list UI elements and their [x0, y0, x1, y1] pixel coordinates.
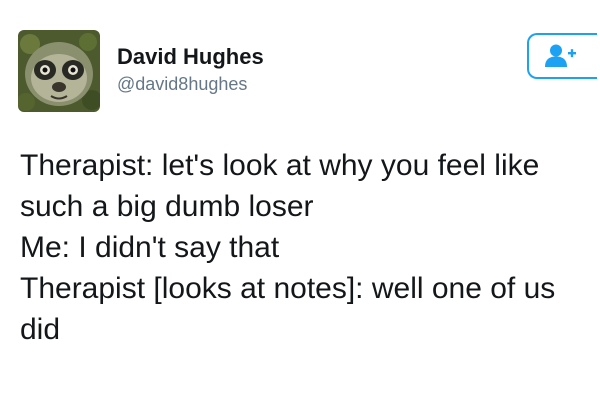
tweet-text-line: Me: I didn't say that [20, 231, 280, 264]
tweet-text-line: such a big dumb loser [20, 190, 314, 223]
author-handle[interactable]: @david8hughes [117, 74, 247, 95]
follow-button[interactable] [527, 33, 597, 79]
sloth-face-avatar-icon [18, 30, 100, 112]
tweet-text: Therapist: let's look at why you feel li… [20, 145, 590, 350]
tweet-card: David Hughes @david8hughes Therapist: le… [0, 0, 600, 394]
tweet-text-line: Therapist: let's look at why you feel li… [20, 149, 540, 182]
avatar[interactable] [18, 30, 100, 112]
tweet-text-line: Therapist [looks at notes]: well one of … [20, 272, 556, 305]
tweet-text-line: did [20, 313, 61, 346]
author-display-name[interactable]: David Hughes [117, 44, 264, 70]
add-user-icon [543, 43, 577, 74]
